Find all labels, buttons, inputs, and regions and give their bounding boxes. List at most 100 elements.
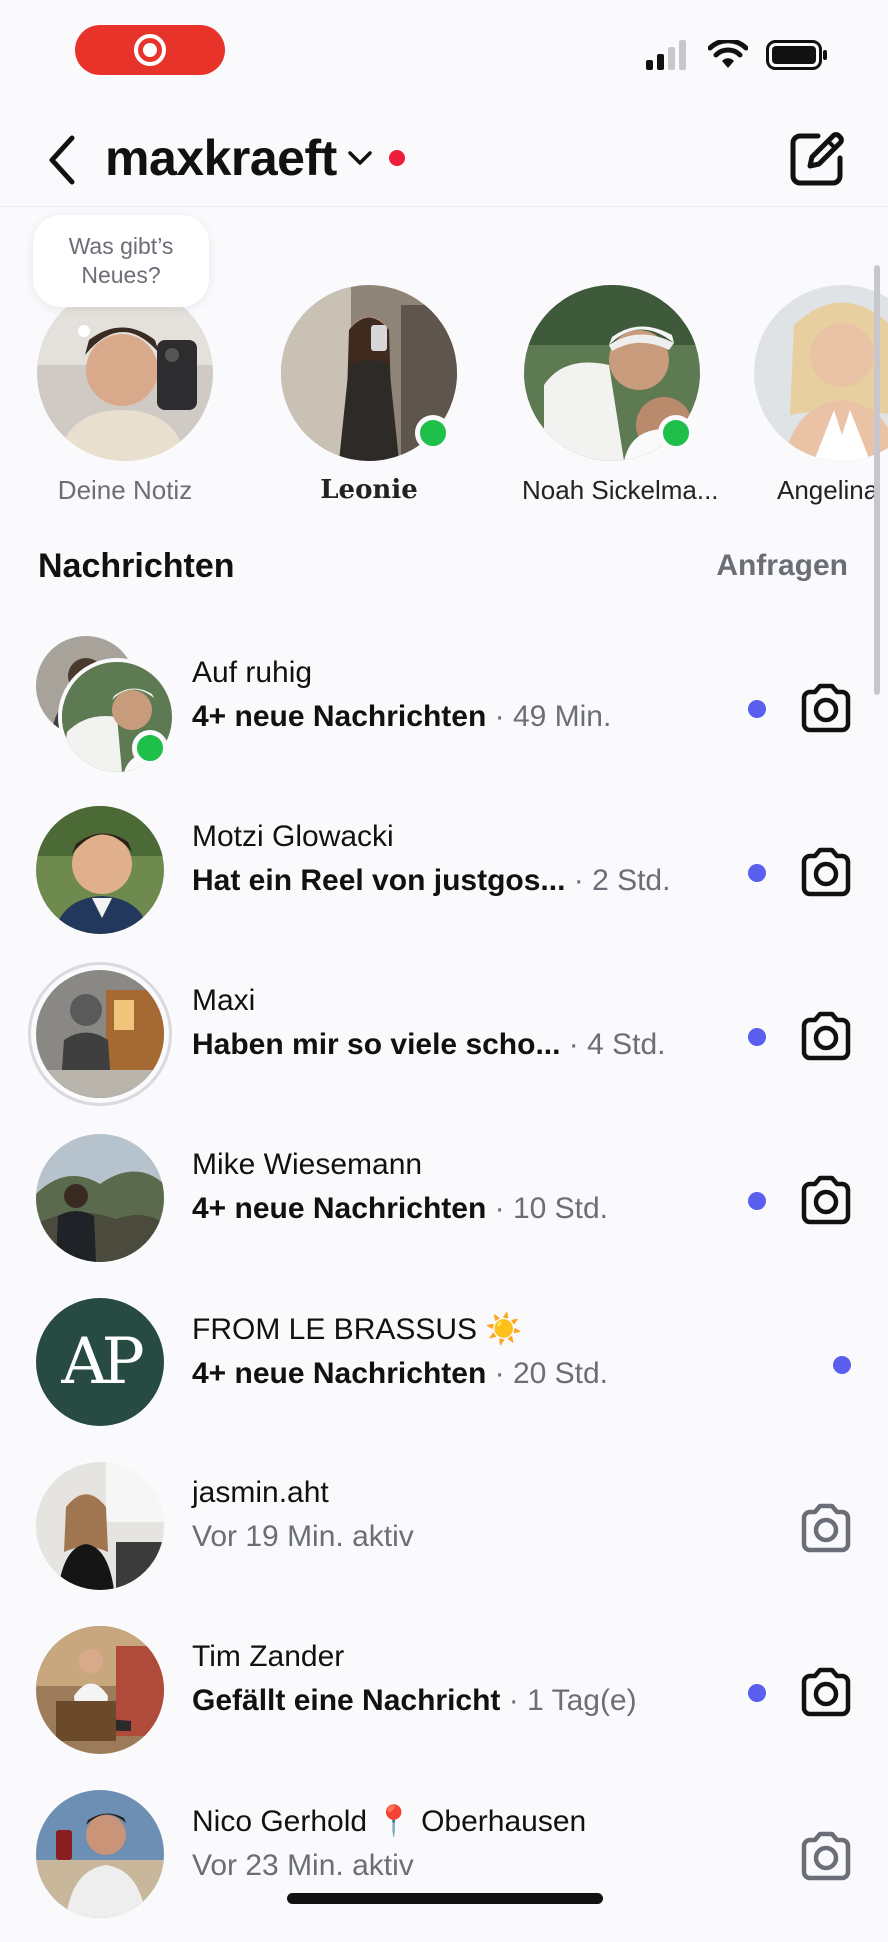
chat-text: Auf ruhig 4+ neue Nachrichten · 49 Min. <box>192 656 732 734</box>
chat-name: Motzi Glowacki <box>192 820 394 853</box>
chat-preview: 4+ neue Nachrichten · 49 Min. <box>192 700 732 734</box>
camera-icon[interactable] <box>798 680 854 736</box>
avatar <box>36 970 164 1098</box>
chat-name: FROM LE BRASSUS ☀️ <box>192 1313 523 1346</box>
online-status-dot <box>658 415 694 451</box>
chat-time: · 20 Std. <box>486 1357 609 1390</box>
avatar <box>36 1790 164 1918</box>
active-status: Vor 19 Min. aktiv <box>192 1520 414 1553</box>
list-item[interactable]: Tim Zander Gefällt eine Nachricht · 1 Ta… <box>0 1614 888 1778</box>
ap-logo-text: AP <box>61 1325 144 1399</box>
list-item[interactable]: Nico Gerhold 📍 Oberhausen Vor 23 Min. ak… <box>0 1778 888 1942</box>
status-icons <box>646 40 828 70</box>
screen-recording-indicator[interactable] <box>75 25 225 75</box>
chat-time: · 10 Std. <box>486 1192 609 1225</box>
note-label: Angelina <box>777 475 879 505</box>
header: maxkraeft <box>0 110 888 206</box>
avatar <box>37 285 213 461</box>
scrollbar[interactable] <box>874 265 880 695</box>
unread-dot <box>748 1192 766 1210</box>
list-item[interactable]: Auf ruhig 4+ neue Nachrichten · 49 Min. <box>0 630 888 794</box>
wifi-icon <box>708 40 748 68</box>
chat-name: Nico Gerhold 📍 Oberhausen <box>192 1805 587 1838</box>
avatar <box>36 1462 164 1590</box>
chat-preview-text: Hat ein Reel von justgos... <box>192 864 566 897</box>
chat-preview: 4+ neue Nachrichten · 20 Std. <box>192 1357 732 1391</box>
chat-preview: Gefällt eine Nachricht · 1 Tag(e) <box>192 1684 732 1718</box>
unread-dot <box>748 700 766 718</box>
chat-preview-text: Haben mir so viele scho... <box>192 1028 561 1061</box>
chat-name: Mike Wiesemann <box>192 1148 423 1181</box>
chat-list: Auf ruhig 4+ neue Nachrichten · 49 Min. … <box>0 630 888 1942</box>
requests-link[interactable]: Anfragen <box>716 549 848 583</box>
list-item[interactable]: jasmin.aht Vor 19 Min. aktiv <box>0 1450 888 1614</box>
camera-icon[interactable] <box>798 1172 854 1228</box>
list-item[interactable]: Motzi Glowacki Hat ein Reel von justgos.… <box>0 794 888 958</box>
chat-preview: Haben mir so viele scho... · 4 Std. <box>192 1028 732 1062</box>
avatar <box>754 285 888 461</box>
chat-preview-text: 4+ neue Nachrichten <box>192 700 487 733</box>
unread-dot <box>748 1684 766 1702</box>
account-name: maxkraeft <box>105 130 337 186</box>
messages-section-header: Nachrichten Anfragen <box>0 535 888 605</box>
chat-preview: Hat ein Reel von justgos... · 2 Std. <box>192 864 732 898</box>
chat-preview: 4+ neue Nachrichten · 10 Std. <box>192 1192 732 1226</box>
note-item-noah[interactable]: Noah Sickelma... <box>522 285 719 506</box>
chat-text: Tim Zander Gefällt eine Nachricht · 1 Ta… <box>192 1640 732 1718</box>
account-switcher[interactable]: maxkraeft <box>105 122 405 194</box>
section-title: Nachrichten <box>38 547 235 585</box>
chat-name: Auf ruhig <box>192 656 313 689</box>
list-item[interactable]: Mike Wiesemann 4+ neue Nachrichten · 10 … <box>0 1122 888 1286</box>
chat-time: · 1 Tag(e) <box>500 1684 637 1717</box>
note-bubble[interactable]: Was gibt’s Neues? <box>33 215 209 307</box>
online-status-dot <box>132 730 168 766</box>
note-label: Leonie <box>320 475 418 505</box>
chat-time: · 4 Std. <box>560 1028 666 1061</box>
note-label: Noah Sickelma... <box>522 475 719 505</box>
avatar <box>36 806 164 934</box>
chat-time: · 49 Min. <box>486 700 612 733</box>
camera-icon[interactable] <box>798 1500 854 1556</box>
cellular-signal-icon <box>646 40 686 70</box>
note-item-angelina[interactable]: Angelina <box>752 285 888 506</box>
camera-icon[interactable] <box>798 1664 854 1720</box>
camera-icon[interactable] <box>798 1828 854 1884</box>
avatar <box>36 1626 164 1754</box>
chat-preview-text: 4+ neue Nachrichten <box>192 1192 487 1225</box>
header-divider <box>0 206 888 207</box>
note-label: Deine Notiz <box>57 475 193 505</box>
unread-dot <box>748 1028 766 1046</box>
record-icon <box>134 34 166 66</box>
compose-icon[interactable] <box>788 130 846 188</box>
ap-logo-avatar: AP <box>36 1298 164 1426</box>
chat-text: Motzi Glowacki Hat ein Reel von justgos.… <box>192 820 732 898</box>
list-item[interactable]: AP FROM LE BRASSUS ☀️ 4+ neue Nachrichte… <box>0 1286 888 1450</box>
note-item-leonie[interactable]: Leonie <box>279 285 459 505</box>
online-status-dot <box>415 415 451 451</box>
chat-name: Tim Zander <box>192 1640 345 1673</box>
notes-row: Deine Notiz Was gibt’s Neues? Leonie Noa… <box>0 210 888 510</box>
chat-text: Nico Gerhold 📍 Oberhausen Vor 23 Min. ak… <box>192 1804 732 1883</box>
status-bar <box>0 0 888 100</box>
back-arrow-icon[interactable] <box>42 132 82 188</box>
avatar <box>36 1134 164 1262</box>
camera-icon[interactable] <box>798 844 854 900</box>
note-bubble-tail <box>78 325 90 337</box>
chat-time: · 2 Std. <box>565 864 671 897</box>
chat-preview-text: 4+ neue Nachrichten <box>192 1357 487 1390</box>
chevron-down-icon <box>348 151 372 165</box>
chat-text: Mike Wiesemann 4+ neue Nachrichten · 10 … <box>192 1148 732 1226</box>
note-item-own[interactable]: Deine Notiz <box>35 285 215 506</box>
chat-text: jasmin.aht Vor 19 Min. aktiv <box>192 1476 732 1554</box>
home-indicator[interactable] <box>287 1893 603 1904</box>
chat-name: jasmin.aht <box>192 1476 329 1509</box>
list-item[interactable]: Maxi Haben mir so viele scho... · 4 Std. <box>0 958 888 1122</box>
notification-dot <box>388 150 405 166</box>
chat-text: Maxi Haben mir so viele scho... · 4 Std. <box>192 984 732 1062</box>
active-status: Vor 23 Min. aktiv <box>192 1849 414 1882</box>
unread-dot <box>748 864 766 882</box>
chat-preview-text: Gefällt eine Nachricht <box>192 1684 501 1717</box>
unread-dot <box>833 1356 851 1374</box>
battery-icon <box>766 40 827 70</box>
camera-icon[interactable] <box>798 1008 854 1064</box>
